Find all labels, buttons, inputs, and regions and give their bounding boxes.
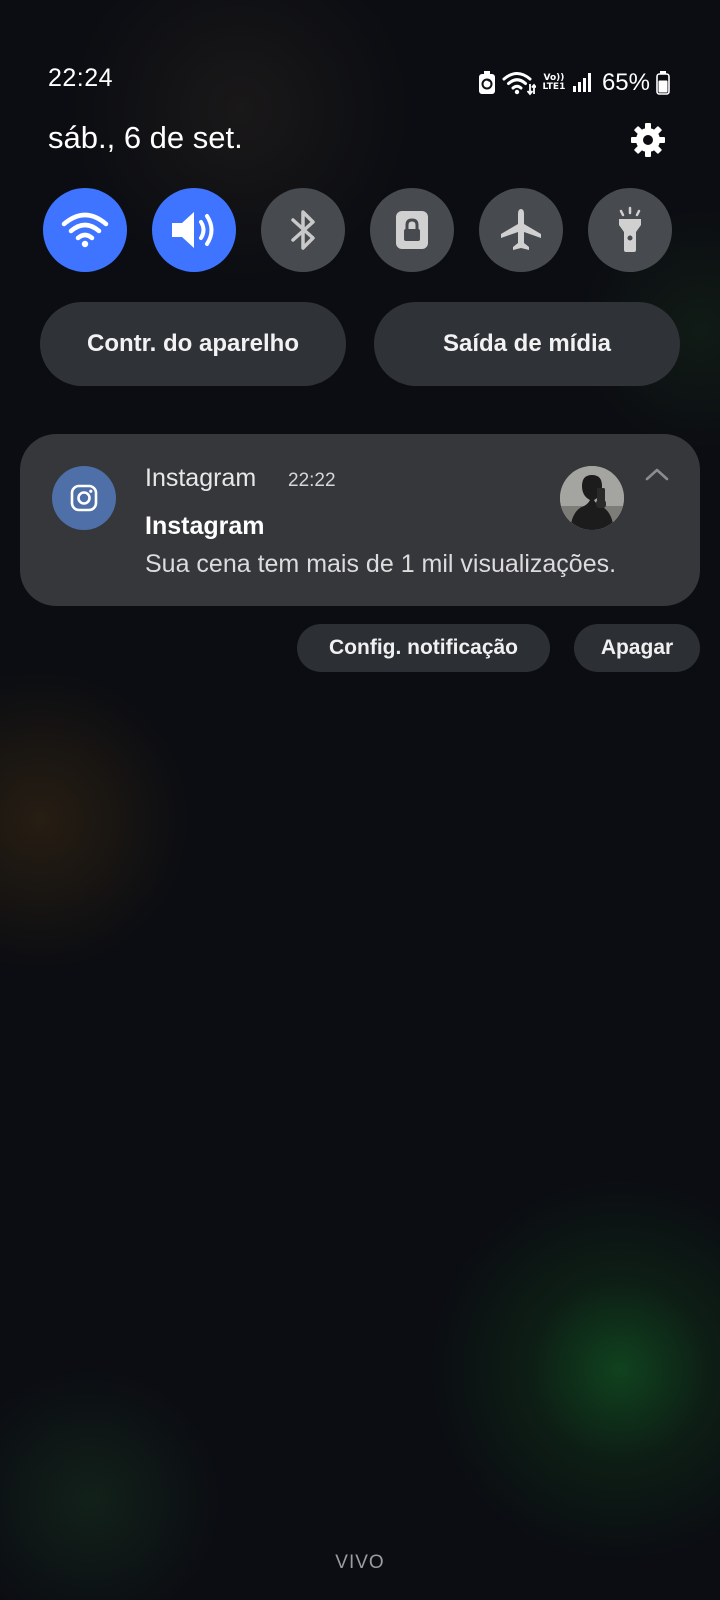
status-icons: Vo)) LTE1 65%: [478, 66, 670, 100]
instagram-icon: [70, 484, 98, 512]
settings-button[interactable]: [628, 120, 668, 160]
notification-expand-button[interactable]: [642, 464, 672, 484]
status-clock: 22:24: [48, 64, 114, 92]
notification-app-name: Instagram: [145, 464, 257, 492]
wifi-icon: [502, 70, 536, 96]
battery-percentage: 65%: [601, 69, 650, 96]
wifi-icon: [61, 212, 109, 248]
device-control-button[interactable]: Contr. do aparelho: [40, 302, 346, 386]
person-silhouette-image: [560, 466, 624, 530]
airplane-icon: [501, 209, 541, 250]
volte-icon: Vo)) LTE1: [542, 74, 566, 92]
flashlight-icon: [619, 206, 641, 252]
rotation-lock-toggle[interactable]: [370, 188, 454, 272]
status-bar: 22:24 Vo)) LTE1 65% sáb., 6 de set.: [0, 0, 720, 165]
notification-time: 22:22: [288, 470, 336, 491]
signal-icon: [572, 72, 592, 94]
notification-card[interactable]: Instagram 22:22 Instagram Sua cena tem m…: [20, 434, 700, 606]
bluetooth-icon: [291, 210, 315, 250]
battery-saver-icon: [478, 71, 496, 95]
profile-avatar: [560, 466, 624, 530]
clear-notifications-button[interactable]: Apagar: [574, 624, 700, 672]
gear-icon: [631, 123, 665, 157]
flashlight-toggle[interactable]: [588, 188, 672, 272]
wifi-toggle[interactable]: [43, 188, 127, 272]
date-label: sáb., 6 de set.: [48, 120, 243, 155]
notification-text: Sua cena tem mais de 1 mil visualizações…: [145, 550, 617, 578]
carrier-label: VIVO: [335, 1552, 385, 1573]
lock-icon: [396, 211, 428, 249]
quick-toggles: [43, 188, 675, 272]
notification-title: Instagram: [145, 512, 265, 540]
chevron-up-icon: [645, 468, 669, 481]
lte-label: LTE1: [542, 82, 566, 92]
notification-settings-button[interactable]: Config. notificação: [297, 624, 550, 672]
battery-icon: [656, 71, 670, 95]
media-output-button[interactable]: Saída de mídia: [374, 302, 680, 386]
airplane-mode-toggle[interactable]: [479, 188, 563, 272]
bluetooth-toggle[interactable]: [261, 188, 345, 272]
speaker-icon: [172, 212, 214, 248]
sound-toggle[interactable]: [152, 188, 236, 272]
instagram-app-icon: [52, 466, 116, 530]
